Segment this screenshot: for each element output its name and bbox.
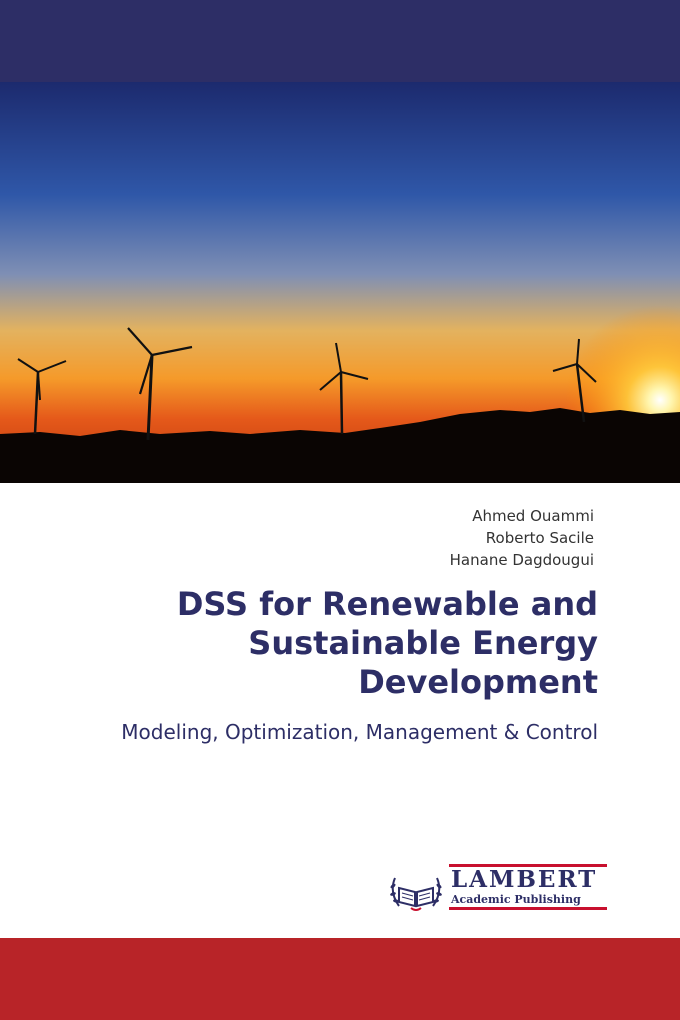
author-name: Roberto Sacile [485,529,594,547]
sunset-wind-turbines-image [0,82,680,483]
bottom-color-band [0,938,680,1020]
book-cover: Ahmed Ouammi Roberto Sacile Hanane Dagdo… [0,0,680,1020]
publisher-tagline: Academic Publishing [451,893,581,906]
publisher-wordmark: LAMBERT Academic Publishing [449,864,607,910]
publisher-logo: LAMBERT Academic Publishing [387,858,607,914]
logo-divider [449,907,607,910]
author-name: Ahmed Ouammi [472,507,594,525]
author-name: Hanane Dagdougui [449,551,594,569]
cover-photo [0,82,680,483]
top-color-band [0,0,680,82]
publisher-name: LAMBERT [451,866,598,893]
open-book-icon [390,877,442,911]
book-title: DSS for Renewable and Sustainable Energy… [176,585,598,701]
author-list: Ahmed Ouammi Roberto Sacile Hanane Dagdo… [450,505,594,571]
book-subtitle: Modeling, Optimization, Management & Con… [121,720,598,744]
